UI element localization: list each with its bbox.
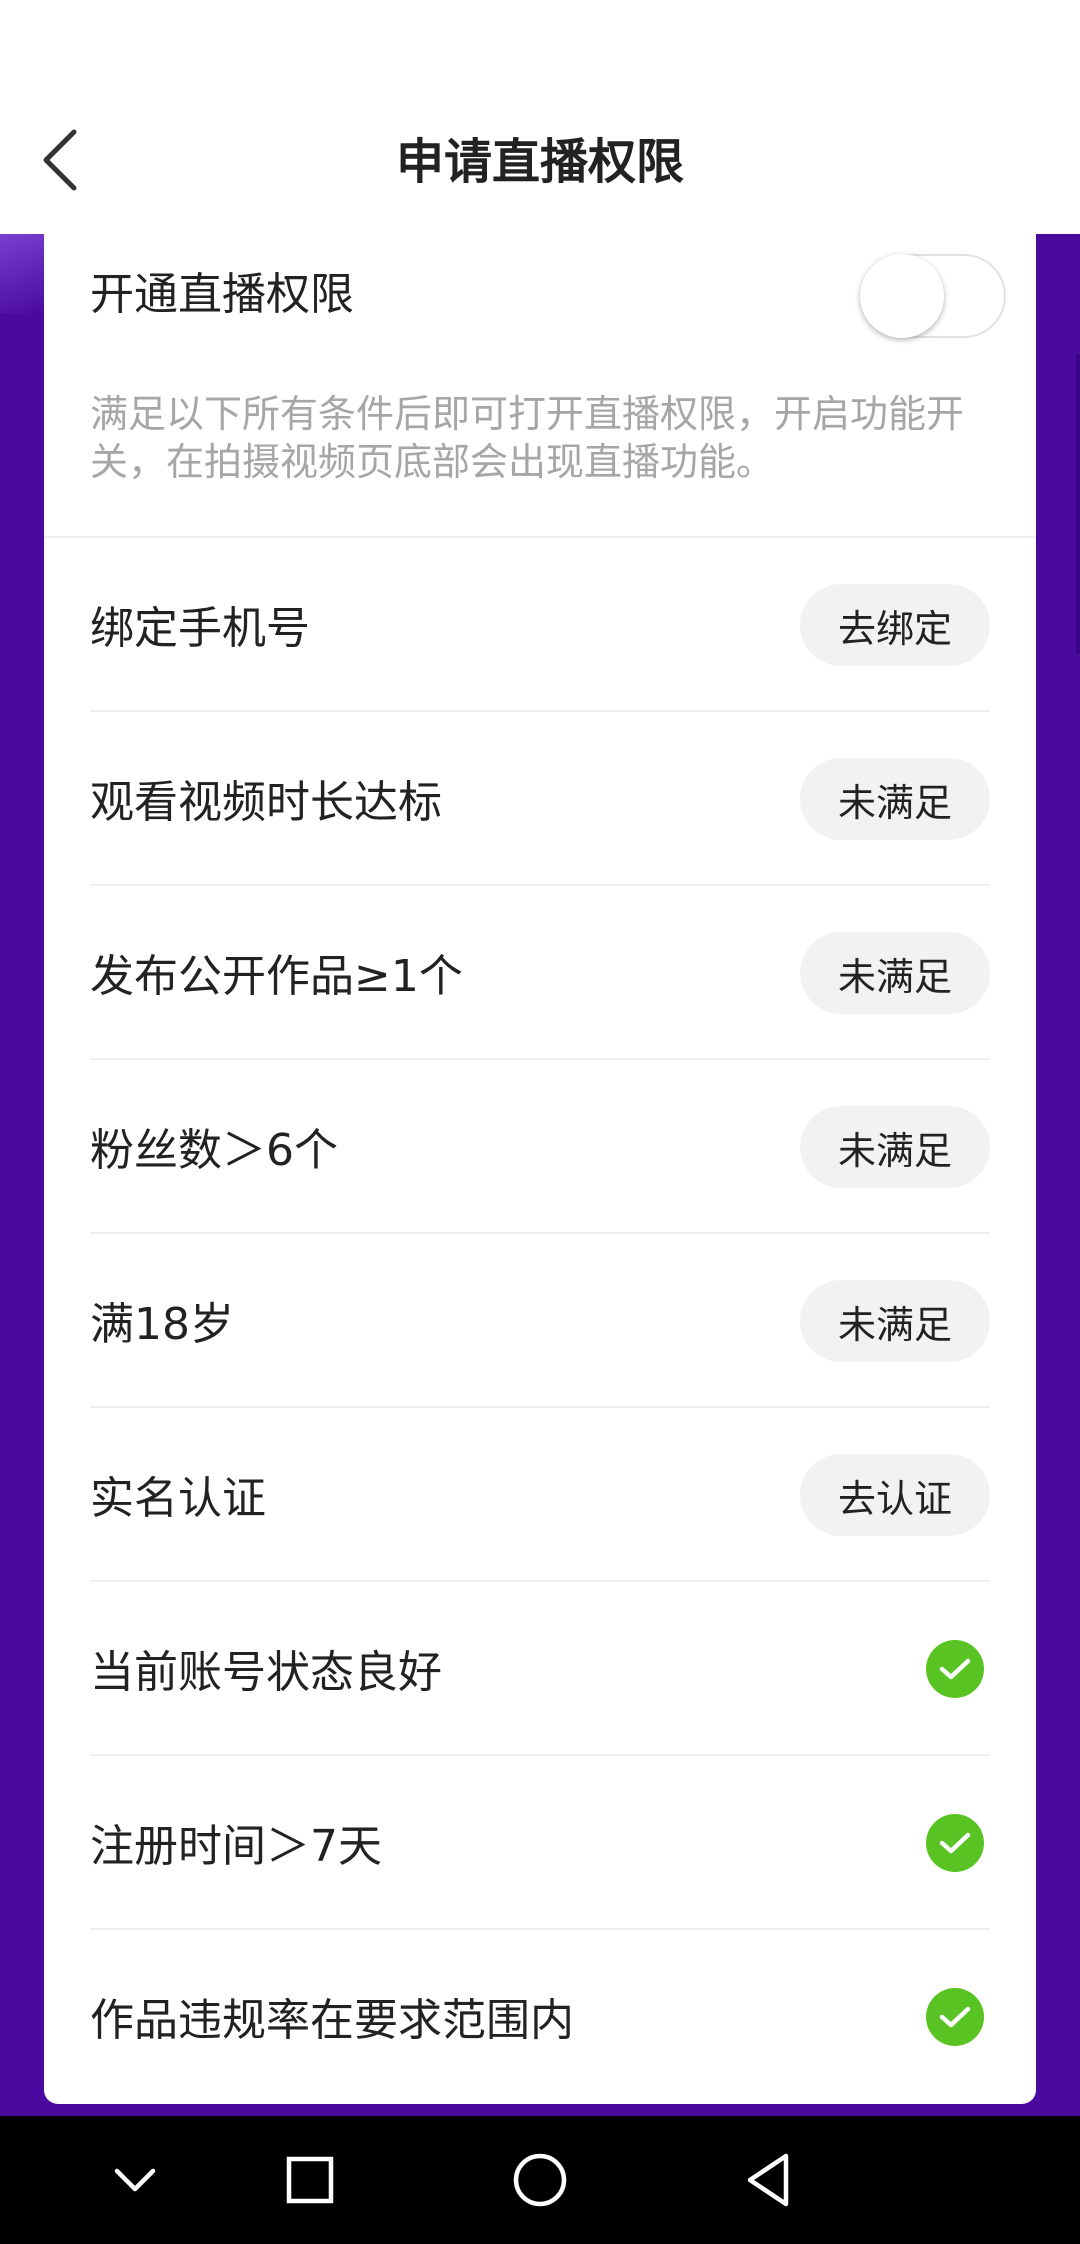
status-bar [0,0,1080,80]
chevron-down-icon [114,2168,156,2192]
requirement-label: 粉丝数＞6个 [90,1125,338,1176]
requirement-row-real-name: 实名认证 去认证 [90,1408,990,1582]
square-icon [286,2156,334,2204]
nav-home-button[interactable] [500,2140,580,2220]
requirement-row-account-status: 当前账号状态良好 [90,1582,990,1756]
requirement-label: 观看视频时长达标 [90,777,442,828]
bind-phone-button[interactable]: 去绑定 [800,584,990,666]
back-button[interactable] [30,120,90,200]
requirement-label: 注册时间＞7天 [90,1821,382,1872]
requirement-row-public-works: 发布公开作品≥1个 未满足 [90,886,990,1060]
status-badge[interactable]: 未满足 [800,758,990,840]
chevron-left-icon [43,129,77,191]
system-nav-bar [0,2116,1080,2244]
triangle-back-icon [747,2153,789,2207]
check-icon [926,1814,984,1872]
background-gloss [0,234,44,314]
page-title: 申请直播权限 [395,134,684,190]
live-permission-toggle[interactable] [860,254,1006,338]
check-icon [926,1640,984,1698]
nav-hide-button[interactable] [95,2140,175,2220]
requirement-label: 绑定手机号 [90,603,310,654]
nav-back-button[interactable] [728,2140,808,2220]
check-icon [926,1988,984,2046]
permission-card: 开通直播权限 满足以下所有条件后即可打开直播权限，开启功能开关，在拍摄视频页底部… [44,234,1036,2104]
verify-identity-button[interactable]: 去认证 [800,1454,990,1536]
requirement-label: 满18岁 [90,1299,234,1350]
requirement-label: 实名认证 [90,1473,266,1524]
requirement-label: 发布公开作品≥1个 [90,951,463,1002]
background-edge [1076,354,1080,654]
nav-recents-button[interactable] [270,2140,350,2220]
requirement-row-bind-phone: 绑定手机号 去绑定 [90,538,990,712]
requirement-row-watch-time: 观看视频时长达标 未满足 [90,712,990,886]
requirement-row-violation-rate: 作品违规率在要求范围内 [90,1930,990,2104]
toggle-knob [860,254,944,338]
header: 申请直播权限 [0,80,1080,234]
requirement-label: 作品违规率在要求范围内 [90,1995,574,2046]
requirement-row-age: 满18岁 未满足 [90,1234,990,1408]
status-badge[interactable]: 未满足 [800,932,990,1014]
permission-description: 满足以下所有条件后即可打开直播权限，开启功能开关，在拍摄视频页底部会出现直播功能… [90,392,965,484]
requirement-list: 绑定手机号 去绑定 观看视频时长达标 未满足 发布公开作品≥1个 未满足 粉丝数… [44,538,1036,2104]
status-badge[interactable]: 未满足 [800,1280,990,1362]
requirement-row-followers: 粉丝数＞6个 未满足 [90,1060,990,1234]
live-permission-toggle-row: 开通直播权限 [44,234,1036,338]
circle-icon [513,2153,567,2207]
requirement-label: 当前账号状态良好 [90,1647,442,1698]
toggle-label: 开通直播权限 [90,269,354,320]
status-badge[interactable]: 未满足 [800,1106,990,1188]
requirement-row-registration-time: 注册时间＞7天 [90,1756,990,1930]
